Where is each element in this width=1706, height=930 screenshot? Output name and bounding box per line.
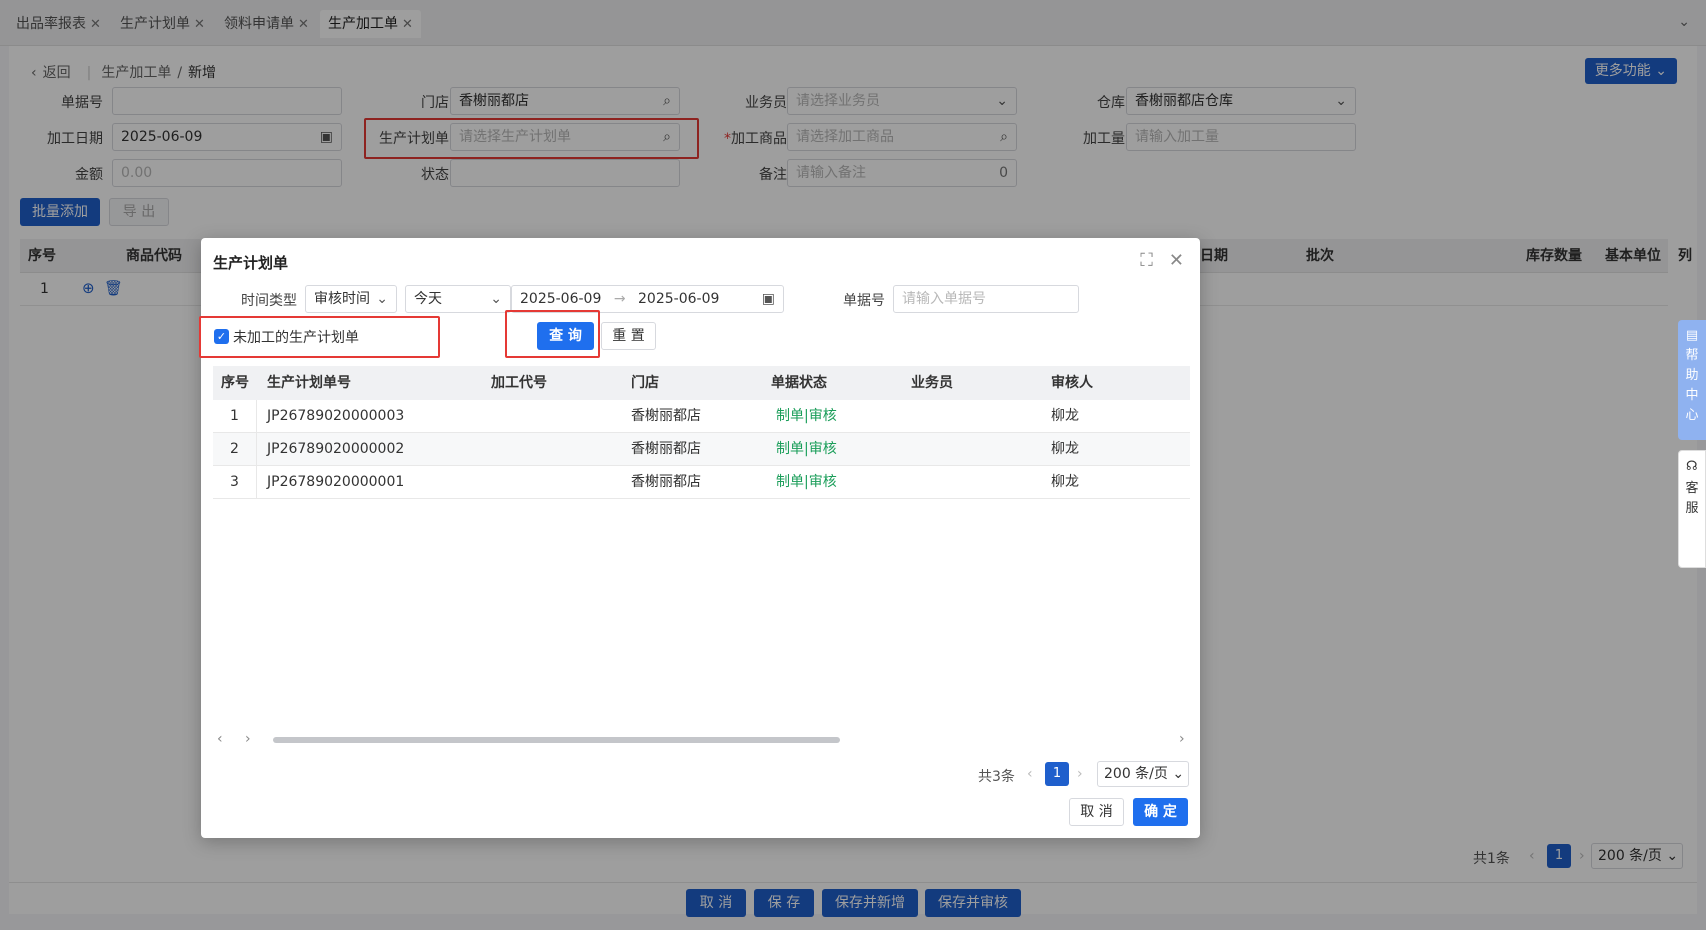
row-auditor: 柳龙 [1051, 441, 1079, 457]
chevron-down-icon: ⌄ [490, 291, 502, 307]
chevron-down-icon: ⌄ [376, 291, 388, 307]
arrow-right-icon: → [613, 291, 626, 307]
col-doc-status[interactable]: 单据状态 [771, 366, 827, 400]
horizontal-scrollbar[interactable]: ‹ › › [213, 731, 1190, 747]
row-index: 2 [213, 433, 257, 466]
range-value: 今天 [414, 291, 442, 307]
row-plan-no: JP26789020000001 [267, 474, 405, 490]
service-label: 客服 [1685, 481, 1699, 516]
calendar-icon[interactable]: ▣ [762, 286, 775, 312]
table-row[interactable]: 2 JP26789020000002 香榭丽都店 制单|审核 柳龙 [213, 433, 1190, 466]
dialog-controls: ⛶ ✕ [1124, 250, 1184, 271]
col-plan-no[interactable]: 生产计划单号 [267, 366, 351, 400]
scroll-right-icon[interactable]: › [245, 731, 251, 747]
row-store: 香榭丽都店 [631, 441, 701, 457]
dialog-cancel-button[interactable]: 取 消 [1069, 798, 1124, 826]
row-status: 制单|审核 [776, 408, 837, 424]
highlight-checkbox [199, 316, 440, 358]
row-store: 香榭丽都店 [631, 474, 701, 490]
row-store: 香榭丽都店 [631, 408, 701, 424]
table-row[interactable]: 1 JP26789020000003 香榭丽都店 制单|审核 柳龙 [213, 400, 1190, 433]
row-auditor: 柳龙 [1051, 474, 1079, 490]
page: 出品率报表 ✕ 生产计划单 ✕ 领料申请单 ✕ 生产加工单 ✕ ⌄ ‹ 返回 | 生产加工单 /… [0, 0, 1706, 930]
scroll-left-icon[interactable]: ‹ [217, 731, 223, 747]
row-status: 制单|审核 [776, 474, 837, 490]
date-range-picker[interactable]: 2025-06-09 → 2025-06-09 ▣ [511, 285, 784, 313]
help-label: 帮助中心 [1685, 348, 1699, 423]
date-end: 2025-06-09 [638, 291, 720, 307]
next-page-icon[interactable]: › [1077, 766, 1083, 782]
prev-page-icon[interactable]: ‹ [1027, 766, 1033, 782]
page-size-value: 200 条/页 [1104, 766, 1168, 782]
col-staff[interactable]: 业务员 [911, 366, 953, 400]
fullscreen-icon[interactable]: ⛶ [1140, 250, 1153, 271]
scroll-end-icon[interactable]: › [1179, 731, 1185, 747]
plan-select-dialog: 生产计划单 ⛶ ✕ 时间类型 审核时间 ⌄ 今天 ⌄ 2025-06-09 → 202… [199, 238, 1200, 838]
help-icon: ▤ [1685, 328, 1699, 343]
row-plan-no: JP26789020000002 [267, 441, 405, 457]
modal-page-1[interactable]: 1 [1045, 762, 1069, 786]
date-start: 2025-06-09 [520, 291, 602, 307]
col-auditor[interactable]: 审核人 [1051, 366, 1093, 400]
modal-doc-no-label: 单据号 [843, 293, 885, 309]
row-index: 1 [213, 400, 257, 433]
customer-service-tab[interactable]: ☊ 客服 [1678, 450, 1706, 568]
time-type-label: 时间类型 [241, 293, 297, 309]
modal-page-size[interactable]: 200 条/页 ⌄ [1097, 761, 1189, 787]
modal-doc-no-input[interactable]: 请输入单据号 [893, 285, 1079, 313]
close-icon[interactable]: ✕ [1169, 250, 1184, 271]
dialog-ok-button[interactable]: 确 定 [1133, 798, 1188, 826]
dialog-title: 生产计划单 [213, 254, 289, 272]
col-process-code[interactable]: 加工代号 [491, 366, 547, 400]
help-center-tab[interactable]: ▤ 帮助中心 [1678, 320, 1706, 440]
table-row[interactable]: 3 JP26789020000001 香榭丽都店 制单|审核 柳龙 [213, 466, 1190, 499]
row-auditor: 柳龙 [1051, 408, 1079, 424]
plan-table-header: 序号 生产计划单号 加工代号 门店 单据状态 业务员 审核人 [213, 366, 1190, 400]
reset-button[interactable]: 重 置 [601, 322, 656, 350]
headset-icon: ☊ [1686, 459, 1698, 474]
time-type-select[interactable]: 审核时间 ⌄ [305, 285, 397, 313]
row-index: 3 [213, 466, 257, 499]
row-status: 制单|审核 [776, 441, 837, 457]
time-type-value: 审核时间 [314, 291, 370, 307]
row-plan-no: JP26789020000003 [267, 408, 405, 424]
col-index: 序号 [221, 375, 249, 391]
range-select[interactable]: 今天 ⌄ [405, 285, 511, 313]
highlight-query-button [505, 310, 600, 358]
col-store[interactable]: 门店 [631, 366, 659, 400]
modal-total: 共3条 [978, 769, 1015, 785]
scrollbar-thumb[interactable] [273, 737, 840, 743]
